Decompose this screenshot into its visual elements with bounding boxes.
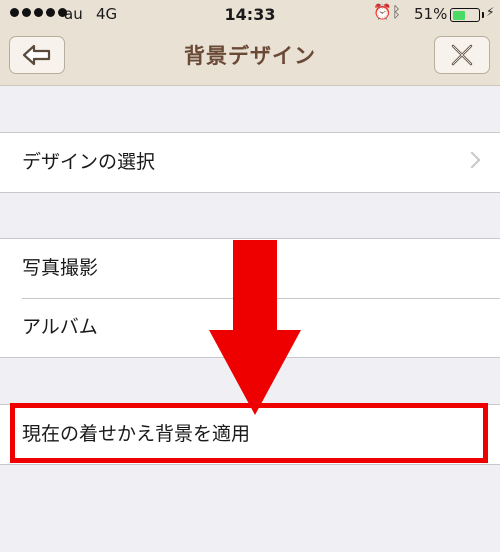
- down-arrow-icon: [209, 240, 301, 415]
